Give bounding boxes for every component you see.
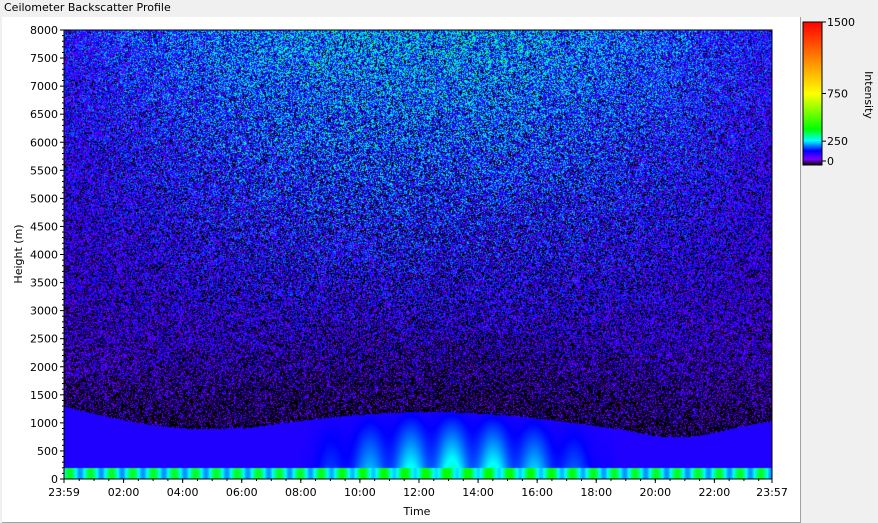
- colorbar-gradient: [802, 21, 823, 166]
- backscatter-chart: 0500100015002000250030003500400045005000…: [12, 16, 875, 518]
- y-tick-label: 5500: [30, 164, 58, 177]
- y-tick-label: 8000: [30, 24, 58, 37]
- y-tick-label: 3000: [30, 305, 58, 318]
- x-tick-label: 16:00: [521, 486, 553, 499]
- y-axis: 0 500 1000 1500 2000 2500 3000 3500 4000 4500 5000…: [30, 24, 64, 486]
- y-tick-label: 7000: [30, 80, 58, 93]
- x-tick-label: 08:00: [285, 486, 317, 499]
- x-tick-label: 20:00: [639, 486, 671, 499]
- y-tick-label: 1500: [30, 389, 58, 402]
- y-tick-label: 0: [51, 473, 58, 486]
- x-tick-label: 04:00: [167, 486, 199, 499]
- y-tick-label: 4500: [30, 220, 58, 233]
- y-tick-label: 6500: [30, 108, 58, 121]
- colorbar-title: Intensity: [862, 71, 875, 119]
- x-tick-label: 06:00: [226, 486, 258, 499]
- y-tick-label: 6000: [30, 136, 58, 149]
- x-tick-label: 23:59: [48, 486, 80, 499]
- colorbar-tick-label: 0: [827, 155, 834, 168]
- x-axis-title: Time: [403, 505, 431, 518]
- heatmap-image: [64, 30, 772, 479]
- x-tick-label: 14:00: [462, 486, 494, 499]
- y-tick-label: 500: [37, 445, 58, 458]
- y-tick-label: 2500: [30, 333, 58, 346]
- colorbar-tick-label: 750: [827, 88, 848, 101]
- x-tick-label: 22:00: [699, 486, 731, 499]
- x-tick-label: 10:00: [344, 486, 376, 499]
- colorbar-tick-label: 250: [827, 135, 848, 148]
- x-tick-label: 18:00: [580, 486, 612, 499]
- colorbar: 0 250 750 1500: [802, 16, 855, 168]
- y-tick-label: 4000: [30, 249, 58, 262]
- y-tick-label: 5000: [30, 192, 58, 205]
- colorbar-tick-label: 1500: [827, 16, 855, 29]
- y-tick-label: 1000: [30, 417, 58, 430]
- x-tick-label: 23:57: [756, 486, 788, 499]
- y-tick-label: 7500: [30, 52, 58, 65]
- y-tick-label: 2000: [30, 361, 58, 374]
- x-axis: 23:59 02:00 04:00 06:00 08:00 10:00 12:00 14:00…: [48, 479, 788, 499]
- x-tick-label: 02:00: [108, 486, 140, 499]
- y-axis-title: Height (m): [12, 224, 25, 283]
- heatmap-plot[interactable]: [63, 29, 773, 480]
- y-tick-label: 3500: [30, 277, 58, 290]
- x-tick-label: 12:00: [403, 486, 435, 499]
